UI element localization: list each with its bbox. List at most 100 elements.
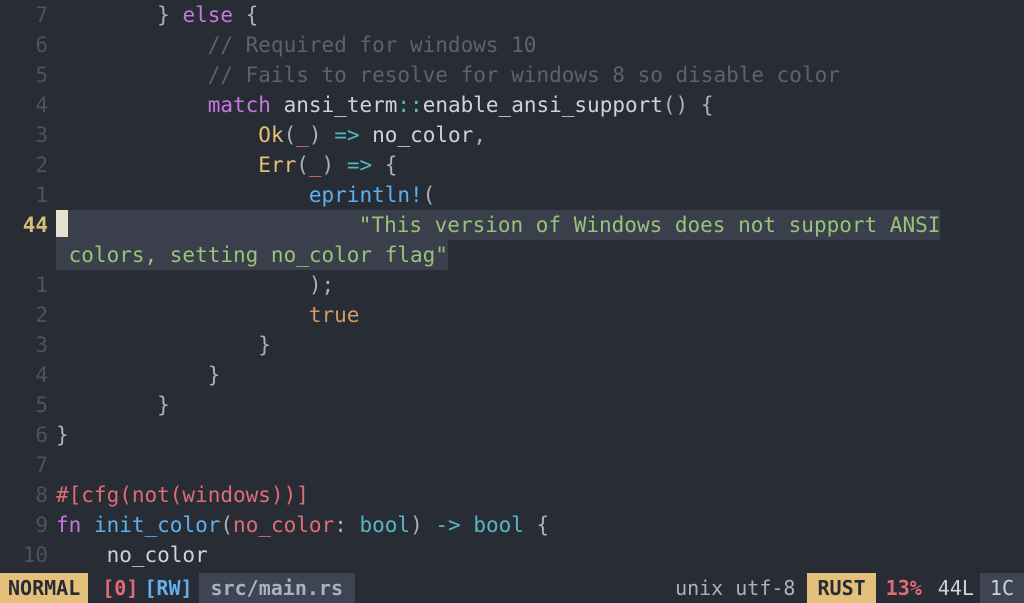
line-number: 2 xyxy=(0,150,56,180)
code-content[interactable]: } xyxy=(56,360,220,390)
column-indicator: 1C xyxy=(980,573,1024,603)
token: _ xyxy=(309,153,322,177)
token xyxy=(56,123,258,147)
token: Ok xyxy=(258,123,283,147)
token: enable_ansi_support xyxy=(423,93,663,117)
token: no_color xyxy=(372,123,473,147)
code-content[interactable]: colors, setting no_color flag" xyxy=(56,240,448,270)
code-content[interactable]: // Fails to resolve for windows 8 so dis… xyxy=(56,60,840,90)
token: ) xyxy=(309,123,334,147)
token: :: xyxy=(397,93,422,117)
code-line[interactable]: 5 } xyxy=(0,390,1024,420)
token: init_color xyxy=(94,513,220,537)
code-content[interactable]: eprintln!( xyxy=(56,180,435,210)
line-number: 8 xyxy=(0,480,56,510)
code-line[interactable]: 7 } else { xyxy=(0,0,1024,30)
code-content[interactable]: } xyxy=(56,330,271,360)
current-line[interactable]: 44 "This version of Windows does not sup… xyxy=(0,210,1024,240)
code-line[interactable]: 4 match ansi_term::enable_ansi_support()… xyxy=(0,90,1024,120)
line-count: 44L xyxy=(932,573,980,603)
code-content[interactable]: "This version of Windows does not suppor… xyxy=(56,210,940,240)
line-number: 4 xyxy=(0,90,56,120)
code-content[interactable]: true xyxy=(56,300,359,330)
code-line[interactable]: 2 true xyxy=(0,300,1024,330)
code-content[interactable]: // Required for windows 10 xyxy=(56,30,536,60)
token xyxy=(271,93,284,117)
code-content[interactable]: ); xyxy=(56,270,334,300)
token: : xyxy=(334,513,359,537)
token xyxy=(81,513,94,537)
token: no_color xyxy=(233,513,334,537)
line-number: 7 xyxy=(0,450,56,480)
token: fn xyxy=(56,513,81,537)
token xyxy=(461,513,474,537)
code-line[interactable]: 2 Err(_) => { xyxy=(0,150,1024,180)
code-line[interactable]: 8#[cfg(not(windows))] xyxy=(0,480,1024,510)
wrapped-line[interactable]: colors, setting no_color flag" xyxy=(0,240,1024,270)
token: // Required for windows 10 xyxy=(208,33,537,57)
token xyxy=(56,543,107,567)
line-number: 7 xyxy=(0,0,56,30)
token xyxy=(56,303,309,327)
code-content[interactable]: } xyxy=(56,390,170,420)
token: () { xyxy=(663,93,714,117)
line-number: 1 xyxy=(0,180,56,210)
token: } xyxy=(56,333,271,357)
code-editor[interactable]: 7 } else {6 // Required for windows 105 … xyxy=(0,0,1024,573)
token xyxy=(56,93,208,117)
token: { xyxy=(524,513,549,537)
code-line[interactable]: 7 xyxy=(0,450,1024,480)
line-number: 5 xyxy=(0,60,56,90)
line-number: 4 xyxy=(0,360,56,390)
code-content[interactable]: fn init_color(no_color: bool) -> bool { xyxy=(56,510,549,540)
token: colors, setting no_color flag" xyxy=(56,243,448,267)
token: => xyxy=(347,153,372,177)
code-content[interactable]: no_color xyxy=(56,540,208,570)
code-line[interactable]: 4 } xyxy=(0,360,1024,390)
code-content[interactable]: Ok(_) => no_color, xyxy=(56,120,486,150)
modified-indicator: [0] xyxy=(88,573,144,603)
code-line[interactable]: 6} xyxy=(0,420,1024,450)
code-content[interactable]: match ansi_term::enable_ansi_support() { xyxy=(56,90,713,120)
token: bool xyxy=(360,513,411,537)
token xyxy=(56,183,309,207)
line-number: 6 xyxy=(0,30,56,60)
code-content[interactable]: } xyxy=(56,420,69,450)
token: } xyxy=(56,393,170,417)
code-line[interactable]: 5 // Fails to resolve for windows 8 so d… xyxy=(0,60,1024,90)
code-content[interactable]: #[cfg(not(windows))] xyxy=(56,480,309,510)
readwrite-indicator: [RW] xyxy=(144,573,198,603)
line-number: 5 xyxy=(0,390,56,420)
token: ( xyxy=(423,183,436,207)
code-line[interactable]: 1 ); xyxy=(0,270,1024,300)
token: ansi_term xyxy=(284,93,398,117)
status-line: NORMAL [0] [RW] src/main.rs unix utf-8 R… xyxy=(0,573,1024,603)
token xyxy=(68,213,359,237)
line-number xyxy=(0,240,56,270)
code-line[interactable]: 9fn init_color(no_color: bool) -> bool { xyxy=(0,510,1024,540)
code-line[interactable]: 3 Ok(_) => no_color, xyxy=(0,120,1024,150)
token: // Fails to resolve for windows 8 so dis… xyxy=(208,63,840,87)
token: -> xyxy=(435,513,460,537)
code-line[interactable]: 3 } xyxy=(0,330,1024,360)
encoding-indicator: unix utf-8 xyxy=(663,573,807,603)
code-content[interactable]: } else { xyxy=(56,0,258,30)
token: } xyxy=(56,423,69,447)
cursor xyxy=(56,210,68,237)
token xyxy=(56,153,258,177)
token xyxy=(56,63,208,87)
code-line[interactable]: 1 eprintln!( xyxy=(0,180,1024,210)
token: ); xyxy=(56,273,334,297)
token: { xyxy=(233,3,258,27)
line-number: 2 xyxy=(0,300,56,330)
token: #[cfg(not(windows))] xyxy=(56,483,309,507)
code-line[interactable]: 6 // Required for windows 10 xyxy=(0,30,1024,60)
token: ( xyxy=(284,123,297,147)
code-content[interactable]: Err(_) => { xyxy=(56,150,397,180)
token: , xyxy=(473,123,486,147)
token: } xyxy=(56,3,182,27)
code-line[interactable]: 10 no_color xyxy=(0,540,1024,570)
token: eprintln! xyxy=(309,183,423,207)
line-number: 44 xyxy=(0,210,56,240)
token: "This version of Windows does not suppor… xyxy=(359,213,941,237)
